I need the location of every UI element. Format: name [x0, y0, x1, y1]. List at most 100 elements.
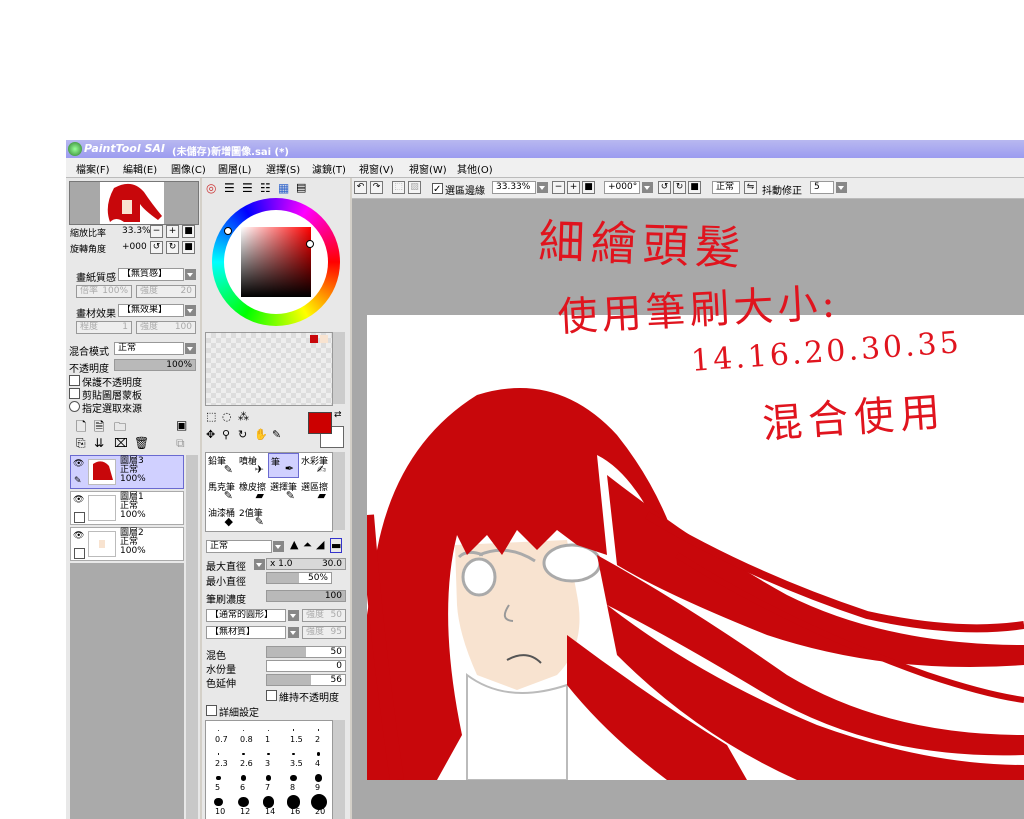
swap-colors-icon[interactable]: ⇄: [334, 410, 342, 420]
layer-visibility-eye-icon[interactable]: 👁: [73, 495, 84, 505]
hand-icon[interactable]: ✋: [254, 428, 268, 441]
tool-binary-pen[interactable]: 2值筆 ✎: [237, 505, 268, 530]
brush-size-preset[interactable]: 6: [231, 769, 256, 793]
menu-other[interactable]: 其他(O): [457, 161, 493, 176]
toolbar-rotate-cw-button[interactable]: ↻: [673, 181, 686, 194]
delete-layer-icon[interactable]: 🗑: [134, 436, 149, 450]
menu-view[interactable]: 視窗(V): [359, 161, 394, 176]
view-mode-field[interactable]: 正常: [712, 181, 740, 194]
tool-pen[interactable]: 筆 ✒: [268, 453, 299, 478]
layer-row-1[interactable]: 👁 圖層1 正常 100%: [70, 491, 184, 525]
undo-button[interactable]: ↶: [354, 181, 367, 194]
tool-airbrush[interactable]: 噴槍 ✈: [237, 453, 268, 478]
zoom-in-button[interactable]: +: [166, 225, 179, 238]
layer-visibility-eye-icon[interactable]: 👁: [73, 531, 84, 541]
saturation-value-square[interactable]: [241, 227, 311, 297]
paper-effect-dropdown-icon[interactable]: [185, 305, 196, 316]
brush-size-preset[interactable]: 20: [306, 793, 331, 817]
tool-select-pen[interactable]: 選擇筆 ✎: [268, 479, 299, 504]
blend-mode-dropdown-icon[interactable]: [185, 343, 196, 354]
brush-size-preset[interactable]: 2.6: [231, 745, 256, 769]
layer-select-checkbox[interactable]: [74, 512, 85, 523]
brush-size-preset[interactable]: 5: [206, 769, 231, 793]
scratchpad-tab-icon[interactable]: ▤: [296, 181, 306, 194]
angle-combo-dropdown-icon[interactable]: [642, 182, 653, 193]
toolbar-zoom-reset-button[interactable]: ■: [582, 181, 595, 194]
deselect-button[interactable]: ⬚: [392, 181, 405, 194]
brush-shape-dropdown-icon[interactable]: [288, 610, 299, 621]
menu-window[interactable]: 視窗(W): [409, 161, 447, 176]
brush-shape-soft-icon[interactable]: ◢: [316, 538, 324, 551]
keep-opacity-checkbox[interactable]: [266, 690, 277, 701]
opacity-slider[interactable]: 100%: [114, 359, 196, 371]
swatch-red[interactable]: [310, 335, 318, 343]
brush-mode-dropdown-icon[interactable]: [273, 541, 284, 552]
brush-size-preset[interactable]: 14: [256, 793, 281, 817]
layer-visibility-eye-icon[interactable]: 👁: [73, 459, 84, 469]
rect-select-icon[interactable]: ⬚: [206, 410, 216, 423]
brush-size-preset[interactable]: 1: [256, 721, 281, 745]
rotate-reset-button[interactable]: ■: [182, 241, 195, 254]
swatches-tab-icon[interactable]: ▦: [278, 181, 289, 195]
toolbar-zoom-out-button[interactable]: −: [552, 181, 565, 194]
angle-combo[interactable]: +000°: [604, 181, 640, 194]
water-slider[interactable]: 0: [266, 660, 346, 672]
brush-size-preset[interactable]: 0.7: [206, 721, 231, 745]
brush-size-preset[interactable]: 8: [281, 769, 306, 793]
navigator-preview[interactable]: [69, 181, 199, 225]
redo-button[interactable]: ↷: [370, 181, 383, 194]
clip-group-checkbox[interactable]: [69, 388, 80, 399]
brush-size-preset[interactable]: 10: [206, 793, 231, 817]
brush-mode-select[interactable]: 正常: [206, 540, 272, 553]
move-icon[interactable]: ✥: [206, 428, 215, 441]
apply-mask-icon[interactable]: ⧉: [176, 436, 185, 451]
brush-size-preset[interactable]: 0.8: [231, 721, 256, 745]
protect-opacity-checkbox[interactable]: [69, 375, 80, 386]
toolbar-rotate-ccw-button[interactable]: ↺: [658, 181, 671, 194]
invert-selection-button[interactable]: ▨: [408, 181, 421, 194]
tool-marker[interactable]: 馬克筆 ✎: [206, 479, 237, 504]
brush-shape-flat-icon[interactable]: ▬: [330, 538, 343, 553]
clear-layer-icon[interactable]: ⌧: [114, 436, 128, 450]
brush-size-preset[interactable]: 16: [281, 793, 306, 817]
blend-slider[interactable]: 50: [266, 646, 346, 658]
brush-shape-select[interactable]: 【通常的圓形】: [206, 609, 286, 622]
rgb-slider-tab-icon[interactable]: ☰: [224, 181, 235, 195]
selection-edge-checkbox[interactable]: ✓: [432, 183, 443, 195]
color-wheel[interactable]: [212, 198, 340, 326]
menu-canvas[interactable]: 圖像(C): [171, 161, 206, 176]
max-size-slider[interactable]: x 1.0 30.0: [266, 558, 346, 570]
flip-view-button[interactable]: ⇋: [744, 181, 757, 194]
brush-shape-hard-icon[interactable]: ▲: [290, 538, 298, 551]
menu-edit[interactable]: 編輯(E): [123, 161, 157, 176]
min-size-slider[interactable]: 50%: [266, 572, 332, 584]
layer-row-2[interactable]: 👁 圖層2 正常 100%: [70, 527, 184, 561]
size-multiplier-dropdown-icon[interactable]: [254, 559, 265, 570]
swatch-light[interactable]: [320, 335, 328, 343]
primary-color[interactable]: [308, 412, 332, 434]
zoom-tool-icon[interactable]: ⚲: [222, 428, 230, 441]
zoom-combo[interactable]: 33.33%: [492, 181, 536, 194]
toolbar-zoom-in-button[interactable]: +: [567, 181, 580, 194]
toolbar-rotate-reset-button[interactable]: ■: [688, 181, 701, 194]
swatch-scrollbar[interactable]: [333, 332, 345, 404]
brush-texture-dropdown-icon[interactable]: [288, 627, 299, 638]
blend-mode-select[interactable]: 正常: [114, 342, 184, 355]
rotate-ccw-button[interactable]: ↺: [150, 241, 163, 254]
zoom-reset-button[interactable]: ■: [182, 225, 195, 238]
brush-size-preset[interactable]: 3: [256, 745, 281, 769]
zoom-combo-dropdown-icon[interactable]: [537, 182, 548, 193]
brush-size-preset[interactable]: 1.5: [281, 721, 306, 745]
tool-pencil[interactable]: 鉛筆 ✎: [206, 453, 237, 478]
sv-marker[interactable]: [306, 240, 314, 248]
hsv-slider-tab-icon[interactable]: ☰: [242, 181, 253, 195]
layer-list-scrollbar[interactable]: [186, 455, 198, 819]
color-wheel-tab-icon[interactable]: ◎: [206, 181, 216, 195]
layer-select-checkbox[interactable]: [74, 548, 85, 559]
selection-source-radio[interactable]: [69, 401, 80, 412]
brush-shape-mid-icon[interactable]: ⏶: [303, 538, 312, 552]
tool-watercolor[interactable]: 水彩筆 ✍: [299, 453, 330, 478]
brush-size-preset[interactable]: 4: [306, 745, 331, 769]
tool-select-eraser[interactable]: 選區擦 ▰: [299, 479, 330, 504]
paper-texture-dropdown-icon[interactable]: [185, 269, 196, 280]
